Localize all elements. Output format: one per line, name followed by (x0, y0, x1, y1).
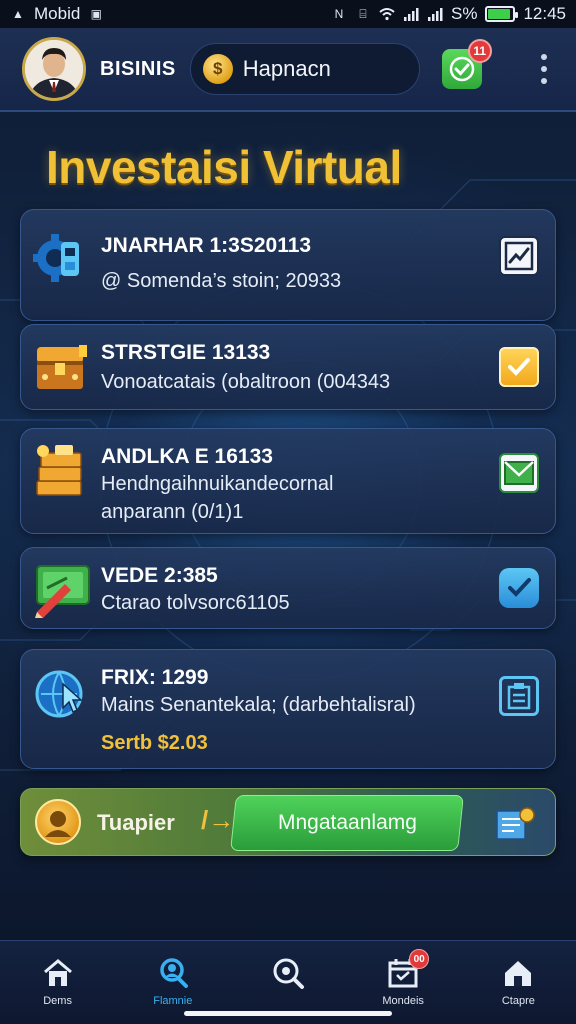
check-square-icon (508, 358, 530, 376)
notification-badge: 11 (467, 39, 492, 63)
card-action-button[interactable] (499, 236, 539, 276)
nav-item-search[interactable] (243, 955, 333, 995)
investment-card[interactable]: JNARHAR 1:3S20113 @ Somenda’s stoin; 209… (20, 209, 556, 321)
user-search-icon (155, 955, 191, 991)
coin-avatar-icon (35, 799, 81, 845)
battery-percent: S% (450, 4, 478, 23)
home-indicator[interactable] (184, 1011, 392, 1016)
card-subtitle: @ Somenda’s stoin; 20933 (101, 270, 342, 292)
nav-item-calendar[interactable]: 00 Mondeis (358, 949, 448, 1007)
house-icon (500, 955, 536, 991)
card-subtitle: Ctarao tolvsorc61105 (101, 592, 290, 614)
cta-bar: Tuapier /→ Mngataanlamg (20, 788, 556, 856)
card-title: FRIX: 1299 (101, 666, 209, 689)
card-detail: anparann (0/1)1 (101, 501, 244, 523)
investment-card[interactable]: STRSTGIE 13133 Vonoatcatais (obaltroon (… (20, 324, 556, 410)
balance-display[interactable]: $ Hapnacn (189, 43, 420, 95)
nav-badge: 00 (409, 949, 430, 969)
dot-icon (541, 54, 547, 60)
clock: 12:45 (523, 4, 566, 23)
balance-text: Hapnacn (242, 56, 331, 81)
search-icon (270, 955, 306, 991)
more-menu-button[interactable] (534, 51, 554, 87)
gear-robot-icon (33, 234, 79, 282)
dot-icon (541, 66, 547, 72)
nav-item-profile[interactable]: Flamnie (128, 955, 218, 1007)
arrow-right-icon: /→ (201, 805, 235, 835)
clipboard-icon (507, 683, 531, 710)
signal-icon (403, 7, 419, 21)
chart-check-icon (504, 241, 534, 271)
notification-icon: ▲ (12, 7, 24, 21)
card-title: ANDLKA E 16133 (101, 445, 273, 468)
signal-icon-2 (427, 7, 443, 21)
battery-fill (488, 9, 511, 19)
card-action-button[interactable] (499, 453, 539, 493)
image-icon: ▣ (90, 7, 102, 21)
page-title: Investaisi Virtual (46, 141, 402, 193)
check-badge-icon (508, 578, 531, 597)
card-title: VEDE 2:385 (101, 564, 218, 587)
avatar[interactable] (22, 37, 86, 101)
investment-card[interactable]: FRIX: 1299 Mains Senantekala; (darbehtal… (20, 649, 556, 769)
investment-card[interactable]: VEDE 2:385 Ctarao tolvsorc61105 (20, 547, 556, 629)
primary-action-button[interactable]: Mngataanlamg (230, 795, 464, 851)
card-action-button[interactable] (499, 568, 539, 608)
cash-pencil-icon (35, 565, 90, 618)
card-subtitle: Mains Senantekala; (darbehtalisral) (101, 694, 416, 716)
nfc-icon: N (334, 7, 344, 21)
dot-icon (541, 78, 547, 84)
nav-label: Mondeis (382, 995, 424, 1007)
carrier-name: Mobid (34, 4, 81, 23)
nav-item-home[interactable]: Dems (13, 955, 103, 1007)
cta-label: Tuapier (97, 810, 175, 835)
wifi-icon (379, 7, 395, 21)
card-subtitle: Hendngaihnuikandecornal (101, 473, 334, 495)
card-amount: Sertb $2.03 (101, 732, 208, 754)
vibrate-icon: ⌸ (359, 6, 367, 21)
coin-icon: $ (202, 54, 233, 84)
brand-name: BISINIS (100, 57, 176, 80)
check-icon (449, 56, 474, 82)
card-subtitle: Vonoatcatais (obaltroon (004343 (101, 371, 391, 393)
primary-action-label: Mngataanlamg (277, 811, 417, 834)
card-title: JNARHAR 1:3S20113 (101, 234, 312, 257)
nav-label: Ctapre (501, 995, 535, 1007)
gold-bars-icon (36, 445, 82, 496)
card-title: STRSTGIE 13133 (101, 341, 271, 364)
battery-icon (485, 6, 519, 22)
calendar-icon: 00 (385, 949, 430, 991)
nav-item-house[interactable]: Ctapre (473, 955, 563, 1007)
card-action-button[interactable] (499, 676, 539, 716)
card-action-button[interactable] (499, 347, 539, 387)
home-icon (40, 955, 76, 991)
document-icon[interactable] (495, 805, 535, 841)
investment-card[interactable]: ANDLKA E 16133 Hendngaihnuikandecornal a… (20, 428, 556, 534)
nav-label: Flamnie (153, 995, 193, 1007)
treasure-chest-icon (37, 345, 87, 389)
nav-label: Dems (43, 995, 72, 1007)
profile-icon (25, 40, 83, 98)
notifications-button[interactable]: 11 (441, 39, 492, 89)
status-bar: ▲ Mobid ▣ N ⌸ S% 12:45 (0, 0, 576, 28)
globe-pointer-icon (35, 670, 83, 718)
app-header: BISINIS $ Hapnacn 11 (0, 28, 576, 112)
envelope-icon (504, 461, 534, 485)
